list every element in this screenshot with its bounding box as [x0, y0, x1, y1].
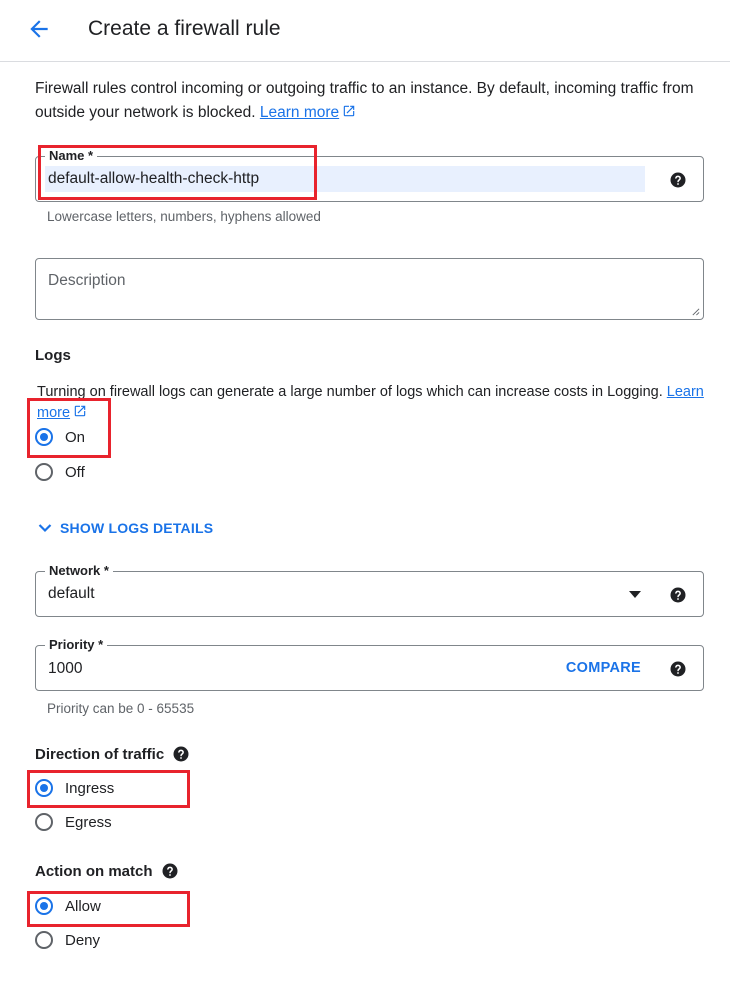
- logs-on-label: On: [65, 428, 86, 446]
- logs-on-radio[interactable]: On: [35, 426, 85, 448]
- name-field-value: default-allow-health-check-http: [48, 170, 260, 187]
- action-deny-label: Deny: [65, 931, 101, 949]
- show-logs-details-label: SHOW LOGS DETAILS: [60, 520, 214, 536]
- intro-learn-more-link[interactable]: Learn more: [260, 104, 339, 121]
- name-field[interactable]: Name * default-allow-health-check-http: [35, 148, 704, 202]
- radio-checked-icon: [35, 428, 53, 446]
- description-field[interactable]: Description: [35, 258, 704, 320]
- page-title: Create a firewall rule: [88, 17, 281, 40]
- action-deny-radio[interactable]: Deny: [35, 929, 100, 951]
- help-icon[interactable]: [669, 171, 687, 189]
- radio-checked-icon: [35, 779, 53, 797]
- network-field-label: Network *: [45, 563, 113, 579]
- action-title: Action on match: [35, 862, 153, 880]
- radio-unchecked-icon: [35, 931, 53, 949]
- priority-field[interactable]: Priority * 1000 COMPARE: [35, 637, 704, 691]
- chevron-down-icon: [38, 524, 52, 533]
- help-icon[interactable]: [669, 586, 687, 604]
- help-icon[interactable]: [669, 660, 687, 678]
- direction-section-title: Direction of traffic: [35, 745, 190, 763]
- resize-grip-icon[interactable]: [691, 307, 700, 316]
- logs-note-text: Turning on firewall logs can generate a …: [37, 384, 667, 400]
- logs-off-label: Off: [65, 463, 85, 481]
- network-select[interactable]: Network * default: [35, 563, 704, 617]
- radio-unchecked-icon: [35, 813, 53, 831]
- action-allow-radio[interactable]: Allow: [35, 895, 101, 917]
- name-field-hint: Lowercase letters, numbers, hyphens allo…: [47, 209, 321, 224]
- show-logs-details-button[interactable]: SHOW LOGS DETAILS: [38, 520, 213, 536]
- direction-egress-radio[interactable]: Egress: [35, 811, 112, 833]
- radio-checked-icon: [35, 897, 53, 915]
- external-link-icon: [74, 405, 86, 417]
- logs-off-radio[interactable]: Off: [35, 461, 85, 483]
- logs-note: Turning on firewall logs can generate a …: [37, 382, 707, 424]
- network-field-value: default: [48, 585, 95, 602]
- description-placeholder: Description: [48, 272, 126, 289]
- priority-field-label: Priority *: [45, 637, 108, 653]
- direction-ingress-radio[interactable]: Ingress: [35, 777, 114, 799]
- action-allow-label: Allow: [65, 897, 101, 915]
- direction-egress-label: Egress: [65, 813, 112, 831]
- intro-text: Firewall rules control incoming or outgo…: [35, 77, 705, 125]
- name-field-label: Name *: [45, 148, 98, 164]
- page-header: Create a firewall rule: [0, 0, 730, 62]
- dropdown-arrow-icon[interactable]: [629, 591, 641, 598]
- help-icon[interactable]: [172, 745, 190, 763]
- compare-button[interactable]: COMPARE: [566, 660, 641, 676]
- priority-field-hint: Priority can be 0 - 65535: [47, 701, 195, 716]
- priority-field-value: 1000: [48, 660, 83, 677]
- back-arrow-icon[interactable]: [26, 16, 52, 42]
- intro-description: Firewall rules control incoming or outgo…: [35, 80, 694, 121]
- action-section-title: Action on match: [35, 862, 179, 880]
- radio-unchecked-icon: [35, 463, 53, 481]
- external-link-icon: [343, 105, 355, 117]
- direction-title: Direction of traffic: [35, 745, 165, 763]
- logs-title: Logs: [35, 347, 71, 364]
- help-icon[interactable]: [161, 862, 179, 880]
- direction-ingress-label: Ingress: [65, 779, 115, 797]
